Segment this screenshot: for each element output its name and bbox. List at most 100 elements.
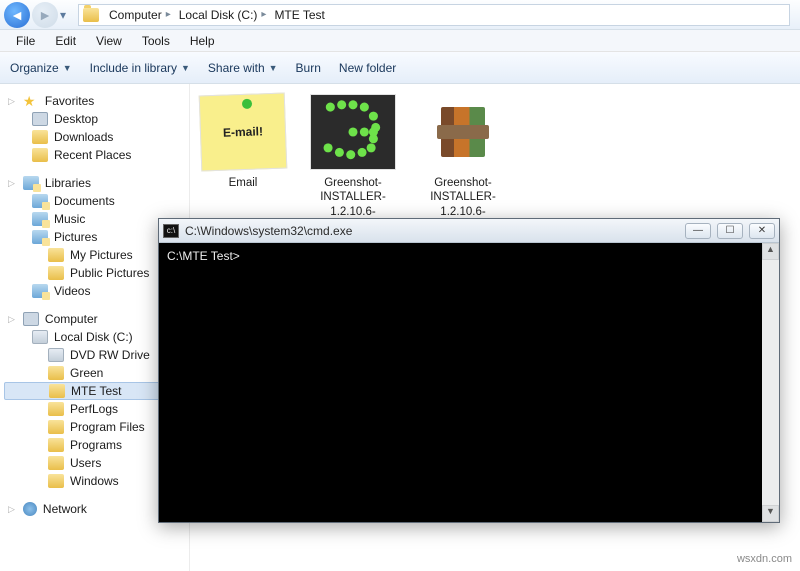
address-bar[interactable]: Computer▸ Local Disk (C:)▸ MTE Test xyxy=(78,4,790,26)
nav-back-button[interactable]: ◄ xyxy=(4,2,30,28)
menu-bar: File Edit View Tools Help xyxy=(0,30,800,52)
new-folder-button[interactable]: New folder xyxy=(339,61,396,75)
file-item-greenshot-installer[interactable]: Greenshot-INSTALLER-1.2.10.6-RELEASE xyxy=(304,94,402,234)
tree-favorites: ▷★Favorites Desktop Downloads Recent Pla… xyxy=(4,92,185,164)
tree-label: Pictures xyxy=(54,230,97,244)
tree-item-recent[interactable]: Recent Places xyxy=(4,146,185,164)
pin-icon xyxy=(242,99,252,109)
toolbar-label: Include in library xyxy=(90,61,177,75)
toolbar-label: Burn xyxy=(296,61,321,75)
tree-label: Libraries xyxy=(45,176,91,190)
cmd-window[interactable]: c:\ C:\Windows\system32\cmd.exe — ☐ ✕ C:… xyxy=(158,218,780,523)
chevron-right-icon[interactable]: ▸ xyxy=(166,9,171,20)
folder-icon xyxy=(32,130,48,144)
folder-icon xyxy=(48,438,64,452)
menu-tools[interactable]: Tools xyxy=(132,32,180,50)
cmd-scrollbar[interactable]: ▲ ▼ xyxy=(762,243,779,522)
burn-button[interactable]: Burn xyxy=(296,61,321,75)
greenshot-icon xyxy=(319,98,387,166)
breadcrumb-label: Local Disk (C:) xyxy=(179,8,258,22)
tree-label: Program Files xyxy=(70,420,145,434)
menu-view[interactable]: View xyxy=(86,32,132,50)
breadcrumb-localdisk[interactable]: Local Disk (C:)▸ xyxy=(175,5,271,25)
menu-edit[interactable]: Edit xyxy=(45,32,86,50)
documents-icon xyxy=(32,194,48,208)
folder-icon xyxy=(48,366,64,380)
toolbar: Organize ▼ Include in library ▼ Share with… xyxy=(0,52,800,84)
tree-item-desktop[interactable]: Desktop xyxy=(4,110,185,128)
folder-icon xyxy=(83,8,99,22)
folder-icon xyxy=(49,384,65,398)
disclosure-icon: ▷ xyxy=(8,504,15,515)
folder-icon xyxy=(48,266,64,280)
nav-history-dropdown[interactable]: ▾ xyxy=(60,8,72,22)
desktop-icon xyxy=(32,112,48,126)
folder-icon xyxy=(48,248,64,262)
window-controls: — ☐ ✕ xyxy=(685,223,775,239)
watermark: wsxdn.com xyxy=(737,553,792,565)
file-item-email[interactable]: E-mail! Email xyxy=(194,94,292,190)
tree-label: Favorites xyxy=(45,94,94,108)
chevron-down-icon: ▼ xyxy=(63,63,72,73)
music-icon xyxy=(32,212,48,226)
cmd-terminal[interactable]: C:\MTE Test> ▲ ▼ xyxy=(159,243,779,522)
nav-forward-button[interactable]: ► xyxy=(32,2,58,28)
archive-icon xyxy=(441,107,485,157)
tree-label: Green xyxy=(70,366,103,380)
tree-label: MTE Test xyxy=(71,384,121,398)
breadcrumb-mtetest[interactable]: MTE Test xyxy=(270,5,328,25)
tree-item-documents[interactable]: Documents xyxy=(4,192,185,210)
toolbar-label: Share with xyxy=(208,61,265,75)
libraries-header[interactable]: ▷ Libraries xyxy=(4,174,185,192)
chevron-right-icon[interactable]: ▸ xyxy=(261,9,266,20)
file-item-greenshot-archive[interactable]: Greenshot-INSTALLER-1.2.10.6-RELEASE xyxy=(414,94,512,234)
disc-icon xyxy=(48,348,64,362)
tree-label: Downloads xyxy=(54,130,113,144)
tree-label: Desktop xyxy=(54,112,98,126)
scroll-down-button[interactable]: ▼ xyxy=(762,505,779,522)
menu-file[interactable]: File xyxy=(6,32,45,50)
tree-label: Computer xyxy=(45,312,98,326)
tree-label: PerfLogs xyxy=(70,402,118,416)
tree-label: My Pictures xyxy=(70,248,133,262)
favorites-header[interactable]: ▷★Favorites xyxy=(4,92,185,110)
maximize-button[interactable]: ☐ xyxy=(717,223,743,239)
cmd-prompt: C:\MTE Test> xyxy=(167,249,240,263)
folder-icon xyxy=(32,148,48,162)
close-button[interactable]: ✕ xyxy=(749,223,775,239)
cmd-titlebar[interactable]: c:\ C:\Windows\system32\cmd.exe — ☐ ✕ xyxy=(159,219,779,243)
tree-label: Videos xyxy=(54,284,90,298)
cmd-title-text: C:\Windows\system32\cmd.exe xyxy=(185,224,685,238)
folder-icon xyxy=(48,402,64,416)
tree-label: DVD RW Drive xyxy=(70,348,150,362)
chevron-down-icon: ▼ xyxy=(181,63,190,73)
tree-label: Public Pictures xyxy=(70,266,149,280)
menu-help[interactable]: Help xyxy=(180,32,225,50)
cmd-icon: c:\ xyxy=(163,224,179,238)
tree-label: Recent Places xyxy=(54,148,131,162)
disclosure-icon: ▷ xyxy=(8,314,15,325)
rar-thumbnail xyxy=(420,94,506,170)
scroll-up-button[interactable]: ▲ xyxy=(762,243,779,260)
tree-label: Programs xyxy=(70,438,122,452)
minimize-button[interactable]: — xyxy=(685,223,711,239)
folder-icon xyxy=(48,474,64,488)
include-library-button[interactable]: Include in library ▼ xyxy=(90,61,190,75)
greenshot-thumbnail xyxy=(310,94,396,170)
tree-label: Local Disk (C:) xyxy=(54,330,133,344)
computer-icon xyxy=(23,312,39,326)
organize-button[interactable]: Organize ▼ xyxy=(10,61,72,75)
tree-label: Network xyxy=(43,502,87,516)
star-icon: ★ xyxy=(23,94,39,108)
folder-icon xyxy=(48,456,64,470)
share-with-button[interactable]: Share with▼ xyxy=(208,61,278,75)
network-icon xyxy=(23,502,37,516)
disclosure-icon: ▷ xyxy=(8,178,15,189)
breadcrumb-computer[interactable]: Computer▸ xyxy=(105,5,175,25)
email-thumbnail: E-mail! xyxy=(199,93,288,172)
thumbnail-text: E-mail! xyxy=(223,124,263,139)
tree-item-downloads[interactable]: Downloads xyxy=(4,128,185,146)
tree-label: Windows xyxy=(70,474,119,488)
libraries-icon xyxy=(23,176,39,190)
toolbar-label: Organize xyxy=(10,61,59,75)
